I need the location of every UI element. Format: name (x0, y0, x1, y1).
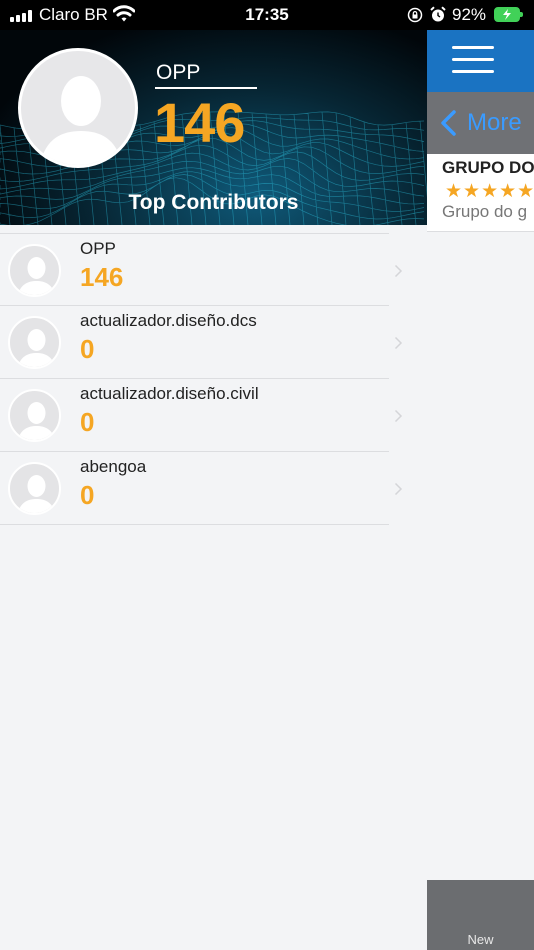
group-title: GRUPO DO (442, 158, 534, 177)
avatar-placeholder-icon (17, 257, 56, 295)
tab-new[interactable]: New (427, 880, 534, 950)
contributor-name: abengoa (80, 457, 147, 476)
app-top-bar (427, 30, 534, 92)
contributor-score: 146 (80, 262, 124, 292)
menu-icon[interactable] (452, 46, 494, 74)
orientation-lock-icon (407, 7, 423, 23)
avatar-placeholder-icon (40, 76, 122, 165)
contributor-name: actualizador.diseño.dcs (80, 311, 257, 330)
avatar (8, 462, 61, 515)
avatar-placeholder-icon (17, 329, 56, 367)
header-score: 146 (154, 91, 245, 154)
list-item[interactable]: abengoa 0 (0, 452, 403, 525)
chevron-right-icon (394, 482, 403, 496)
nav-bar: More (427, 92, 534, 154)
tab-new-label: New (467, 932, 494, 947)
contributor-score: 0 (80, 480, 95, 510)
avatar (8, 389, 61, 442)
battery-percent: 92% (452, 5, 487, 24)
group-description: Grupo do g (442, 202, 528, 221)
contributor-score: 0 (80, 407, 95, 437)
chevron-right-icon (394, 264, 403, 278)
battery-icon (494, 7, 523, 22)
chevron-left-icon[interactable] (439, 109, 457, 137)
header-user-name: OPP (156, 61, 201, 84)
status-bar: Claro BR 17:35 92% (0, 0, 534, 30)
underlying-screen-peek[interactable]: More GRUPO DO ★★★★★ Grupo do g New (427, 0, 534, 950)
name-underline (155, 87, 257, 89)
avatar-placeholder-icon (17, 402, 56, 440)
top-contributor-header: OPP 146 Top Contributors (0, 30, 427, 225)
star-icon: ★★★★★ (445, 181, 534, 202)
avatar-placeholder-icon (17, 475, 56, 513)
group-card[interactable]: GRUPO DO ★★★★★ Grupo do g (427, 154, 534, 232)
contributor-list: OPP 146 actualizador.diseño.dcs 0 actual… (0, 225, 403, 525)
list-item[interactable]: actualizador.diseño.dcs 0 (0, 306, 403, 379)
avatar (8, 244, 61, 297)
contributor-name: OPP (80, 239, 116, 258)
page-title: Top Contributors (128, 191, 299, 214)
chevron-right-icon (394, 336, 403, 350)
chevron-right-icon (394, 409, 403, 423)
alarm-icon (430, 6, 446, 22)
list-item[interactable]: OPP 146 (0, 233, 403, 306)
contributor-score: 0 (80, 334, 95, 364)
avatar (8, 316, 61, 369)
list-item[interactable]: actualizador.diseño.civil 0 (0, 379, 403, 452)
contributor-name: actualizador.diseño.civil (80, 384, 259, 403)
back-button[interactable]: More (467, 109, 522, 137)
avatar (18, 48, 138, 168)
